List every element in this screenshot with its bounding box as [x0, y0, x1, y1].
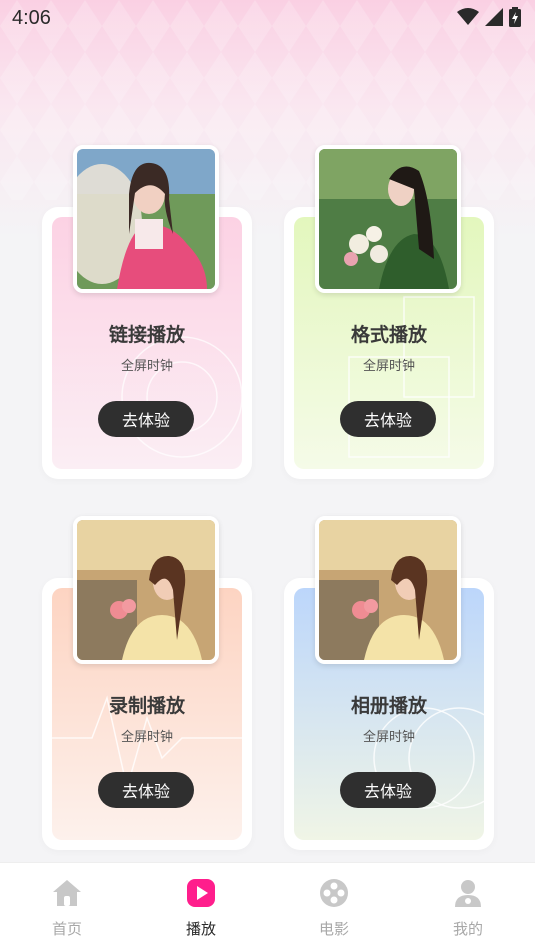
- card-subtitle: 全屏时钟: [362, 730, 415, 745]
- signal-icon: [485, 8, 503, 26]
- home-icon: [53, 880, 81, 906]
- nav-label: 我的: [452, 920, 483, 938]
- card-title: 相册播放: [350, 695, 427, 717]
- try-button[interactable]: 去体验: [340, 401, 436, 437]
- nav-item-home[interactable]: 首页: [0, 863, 134, 951]
- card-subtitle: 全屏时钟: [362, 359, 415, 374]
- play-icon: [187, 879, 215, 907]
- card-title: 录制播放: [108, 695, 185, 717]
- card-photo-girl-seaside: [73, 516, 219, 664]
- battery-icon: [509, 7, 521, 27]
- try-button[interactable]: 去体验: [98, 772, 194, 808]
- card-photo-girl-pink-sweater: [73, 145, 219, 293]
- try-button[interactable]: 去体验: [98, 401, 194, 437]
- nav-item-movie[interactable]: 电影: [267, 863, 401, 951]
- card-subtitle: 全屏时钟: [120, 359, 173, 374]
- card-photo-girl-seaside-2: [315, 516, 461, 664]
- wifi-icon: [457, 8, 479, 25]
- bottom-nav: 首页 播放 电影 我的: [0, 862, 535, 951]
- try-button[interactable]: 去体验: [340, 772, 436, 808]
- card-photo-girl-green-dress: [315, 145, 461, 293]
- nav-label: 电影: [318, 920, 349, 938]
- nav-item-mine[interactable]: 我的: [401, 863, 535, 951]
- nav-label: 播放: [185, 920, 216, 938]
- nav-item-play[interactable]: 播放: [134, 863, 268, 951]
- film-reel-icon: [320, 879, 348, 907]
- card-title: 链接播放: [108, 324, 185, 346]
- status-bar: 4:06: [0, 0, 535, 36]
- card-subtitle: 全屏时钟: [120, 730, 173, 745]
- nav-label: 首页: [51, 920, 82, 938]
- user-icon: [455, 880, 481, 907]
- status-time: 4:06: [12, 7, 51, 29]
- card-title: 格式播放: [350, 324, 427, 346]
